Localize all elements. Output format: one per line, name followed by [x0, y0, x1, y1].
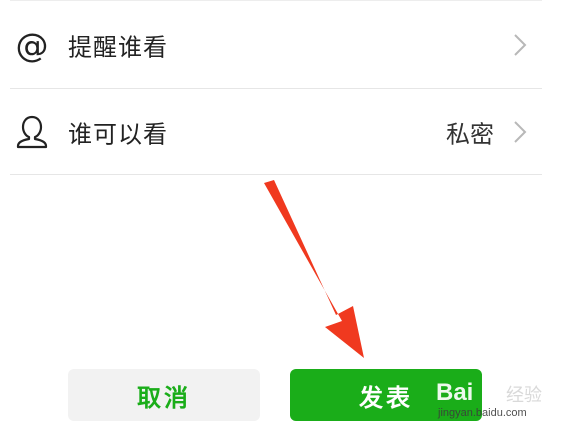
watermark-suffix: 经验 [506, 385, 542, 406]
who-can-see-label: 谁可以看 [68, 120, 168, 149]
visibility-value: 私密 [446, 120, 494, 149]
row-divider [10, 174, 542, 175]
chevron-right-icon [514, 121, 527, 143]
cancel-button[interactable]: 取消 [68, 369, 260, 421]
publish-button[interactable]: 发表 [290, 369, 482, 421]
remind-who-label: 提醒谁看 [68, 33, 168, 62]
who-can-see-row[interactable]: 谁可以看 私密 [10, 89, 542, 175]
chevron-right-icon [514, 34, 527, 56]
baidu-paw-icon [482, 374, 500, 397]
at-sign-icon: @ [15, 25, 49, 65]
top-divider [10, 0, 542, 1]
user-icon [12, 112, 52, 152]
remind-who-row[interactable]: @ 提醒谁看 [10, 2, 542, 88]
